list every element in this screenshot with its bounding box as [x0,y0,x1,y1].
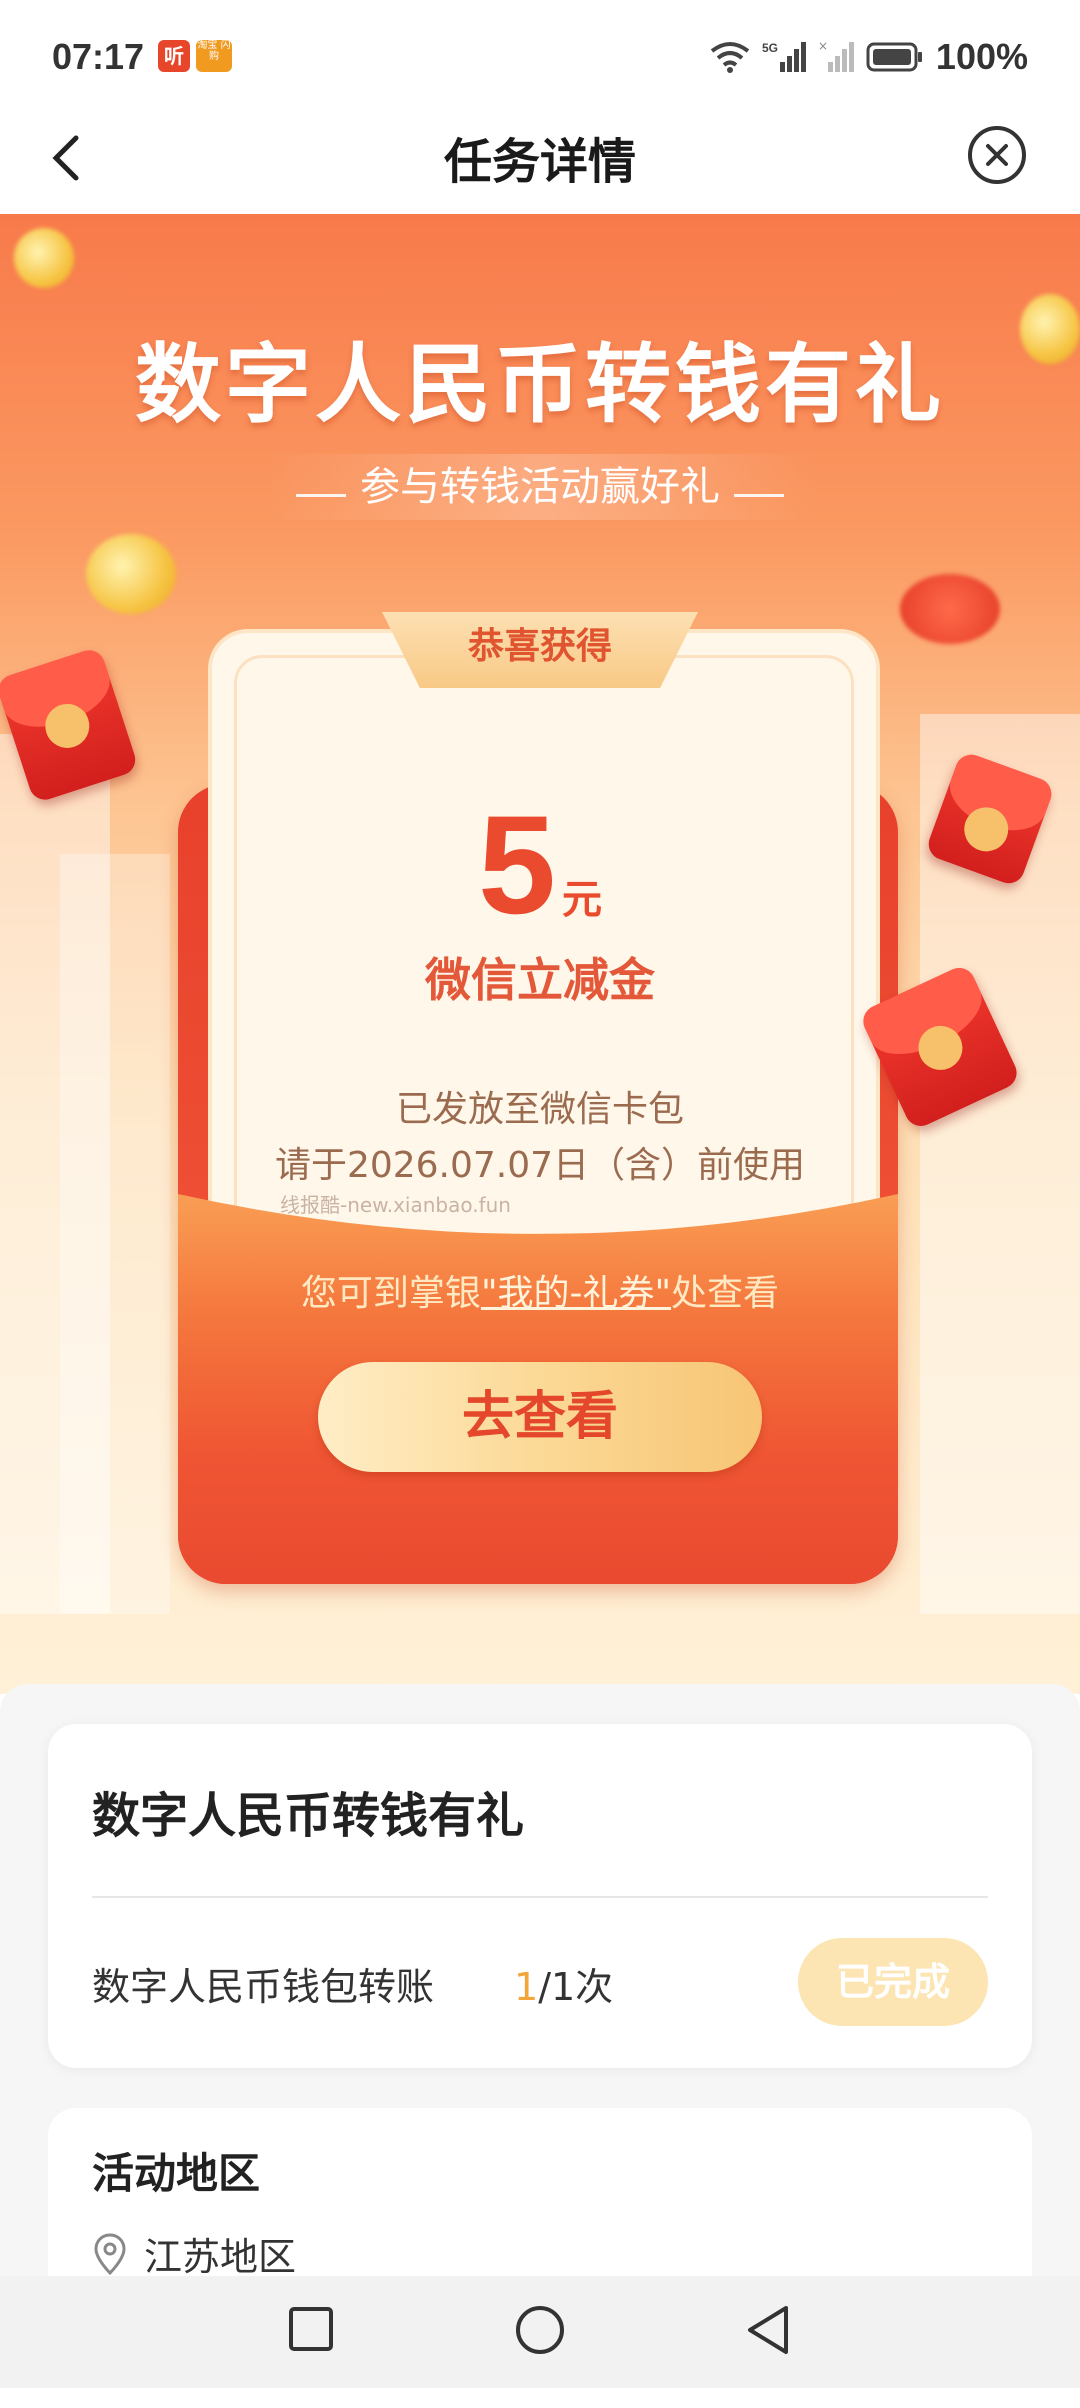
status-bar: 07:17 听 淘宝 闪购 5G × 100% [0,0,1080,110]
ribbon-text: 恭喜获得 [467,626,612,667]
expire-note: 请于2026.07.07日（含）前使用 [274,1145,806,1186]
check-location-note: 您可到掌银"我的-礼券"处查看 [0,1264,1080,1316]
gift-voucher-link[interactable]: "我的-礼券" [481,1273,671,1314]
coin-decoration [86,534,176,614]
reward-ribbon: 恭喜获得 [382,612,698,688]
hero-subtitle: 参与转钱活动赢好礼 [265,454,815,520]
signal-5g-icon: 5G [762,41,806,72]
region-title: 活动地区 [92,2149,261,2198]
status-time: 07:17 [52,36,145,77]
view-button-label: 去查看 [461,1387,618,1447]
task-name: 数字人民币钱包转账 [92,1965,435,2009]
task-progress-done: 1 [514,1965,539,2009]
task-completed-button[interactable]: 已完成 [798,1938,988,2026]
status-indicators: 5G × 100% [710,36,1028,78]
check-prefix: 您可到掌银 [300,1273,481,1314]
nav-header: 任务详情 [0,110,1080,214]
battery-icon [866,42,922,72]
amount-value: 5 [478,786,556,943]
hero-subtitle-text: 参与转钱活动赢好礼 [360,464,720,510]
task-title: 数字人民币转钱有礼 [92,1788,525,1844]
check-suffix: 处查看 [671,1273,780,1314]
signal-empty-icon: × [818,40,854,72]
close-circle-icon[interactable] [966,124,1028,186]
svg-text:×: × [818,40,828,53]
battery-percent: 100% [935,36,1028,77]
promo-hero: 数字人民币转钱有礼 参与转钱活动赢好礼 恭喜获得 5元 微信立减金 已发放至微信… [0,214,1080,1694]
back-triangle-icon[interactable] [744,2304,794,2356]
reward-amount: 5元 [0,784,1080,946]
region-row: 江苏地区 [92,2226,296,2281]
recents-square-icon[interactable] [286,2304,336,2354]
app-notification-icon: 淘宝 闪购 [196,40,232,72]
app-notification-icon: 听 [158,40,190,72]
view-button[interactable]: 去查看 [318,1362,762,1472]
svg-text:5G: 5G [762,41,778,55]
region-value: 江苏地区 [144,2235,297,2279]
page-title: 任务详情 [443,134,636,190]
amount-unit: 元 [561,877,602,923]
watermark: 线报酷-new.xianbao.fun [280,1193,511,1217]
hero-title: 数字人民币转钱有礼 [135,335,945,435]
location-pin-icon [94,2232,126,2275]
task-progress: 1/1次 [514,1956,613,2011]
wifi-icon [710,42,750,73]
home-circle-icon[interactable] [514,2304,566,2356]
coin-decoration [14,228,74,288]
task-progress-total: /1次 [538,1965,614,2009]
task-card: 数字人民币转钱有礼 数字人民币钱包转账 1/1次 已完成 [48,1724,1032,2068]
divider [92,1896,988,1898]
system-nav-bar [0,2276,1080,2388]
redpacket-blur-decoration [900,574,1000,644]
